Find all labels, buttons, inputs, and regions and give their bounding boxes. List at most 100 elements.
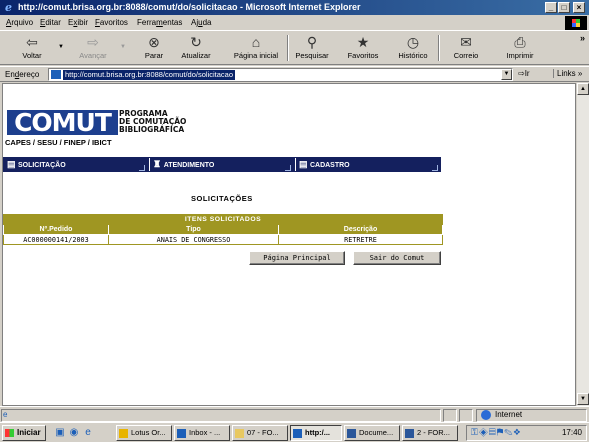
attendant-icon: ♜ (153, 159, 162, 169)
table-row: AC000000141/2003 ANAIS DE CONGRESSO RETR… (3, 234, 443, 245)
address-dropdown-icon[interactable]: ▼ (501, 69, 512, 80)
zone-label: Internet (495, 410, 523, 419)
forward-arrow-icon: ⇨ (87, 34, 99, 50)
scroll-up-icon[interactable]: ▲ (577, 83, 589, 95)
items-table-caption: ITENS SOLICITADOS (3, 214, 443, 225)
vertical-scrollbar[interactable]: ▲ ▼ (576, 83, 589, 406)
address-label: Endereço (5, 70, 40, 79)
nav-corner (432, 165, 438, 171)
stop-icon: ⊗ (148, 34, 160, 50)
table-cell: RETRETRE (278, 234, 443, 245)
favorites-button[interactable]: ★ Favoritos (341, 32, 385, 64)
nav-corner (139, 165, 145, 171)
task-inbox[interactable]: Inbox - ... (174, 425, 230, 441)
ie-icon (293, 429, 302, 438)
tray-icons[interactable]: ⚿◈▤⚑✎❖ (471, 427, 522, 438)
stop-button[interactable]: ⊗ Parar (134, 32, 174, 64)
nav-atendimento[interactable]: ♜ ATENDIMENTO (153, 157, 214, 172)
close-button[interactable]: × (573, 2, 585, 13)
column-header: Descrição (278, 224, 443, 235)
scroll-down-icon[interactable]: ▼ (577, 393, 589, 405)
table-cell: AC000000141/2003 (3, 234, 109, 245)
task-form[interactable]: 2 - FOR... (402, 425, 458, 441)
internet-explorer-icon: e (5, 1, 12, 14)
address-input[interactable]: http://comut.brisa.org.br:8088/comut/do/… (48, 68, 513, 81)
clock[interactable]: 17:40 (562, 428, 582, 437)
lotus-icon (119, 429, 128, 438)
back-button[interactable]: ⇦ Voltar (12, 32, 52, 64)
refresh-button[interactable]: ↻ Atualizar (174, 32, 218, 64)
system-tray: ⚿◈▤⚑✎❖ 17:40 (466, 425, 587, 441)
zone-pane (476, 409, 587, 422)
toolbar-separator (287, 35, 289, 61)
main-page-button[interactable]: Página Principal (249, 251, 345, 265)
task-lotus[interactable]: Lotus Or... (116, 425, 172, 441)
logout-button[interactable]: Sair do Comut (353, 251, 441, 265)
menu-exibir[interactable]: Exibir (68, 18, 88, 27)
taskbar: Iniciar ▣ ◉ e Lotus Or... Inbox - ... 07… (0, 422, 589, 442)
menu-arquivo[interactable]: Arquivo (6, 18, 33, 27)
page-title: SOLICITAÇÕES (191, 194, 253, 203)
maximize-button[interactable]: □ (558, 2, 570, 13)
table-header-row: Nº.Pedido Tipo Descrição (3, 224, 443, 235)
links-button[interactable]: Links » (553, 69, 582, 78)
windows-logo-icon (565, 16, 587, 30)
printer-icon: ⎙ (514, 34, 526, 50)
search-button[interactable]: ⚲ Pesquisar (290, 32, 334, 64)
register-icon: ▤ (299, 159, 308, 169)
go-button[interactable]: ⇨Ir (518, 69, 530, 78)
search-icon: ⚲ (306, 34, 318, 50)
menu-ferramentas[interactable]: Ferramentas (137, 18, 182, 27)
address-url[interactable]: http://comut.brisa.org.br:8088/comut/do/… (63, 70, 236, 80)
web-content: COMUT PROGRAMA DE COMUTAÇÃO BIBLIOGRÁFIC… (2, 83, 576, 406)
back-dropdown-icon[interactable]: ▼ (58, 44, 64, 50)
column-header: Nº.Pedido (3, 224, 109, 235)
go-arrow-icon: ⇨ (518, 69, 525, 78)
column-header: Tipo (108, 224, 279, 235)
history-icon: ◷ (406, 34, 420, 50)
program-name: PROGRAMA DE COMUTAÇÃO BIBLIOGRÁFICA (119, 109, 187, 134)
status-pane (443, 409, 457, 422)
minimize-button[interactable]: _ (545, 2, 557, 13)
status-text-pane (1, 409, 441, 422)
internet-zone-icon (481, 410, 491, 420)
nav-solicitacao[interactable]: ▤ SOLICITAÇÃO (7, 157, 66, 172)
menu-editar[interactable]: Editar (40, 18, 61, 27)
page-icon (51, 70, 61, 79)
history-button[interactable]: ◷ Histórico (391, 32, 435, 64)
nav-corner (285, 165, 291, 171)
form-icon: ▤ (7, 159, 16, 169)
menu-ajuda[interactable]: Ajuda (191, 18, 211, 27)
task-folder[interactable]: 07 - FO... (232, 425, 288, 441)
window-title-bar[interactable]: e http://comut.brisa.org.br:8088/comut/d… (0, 0, 589, 15)
folder-icon (235, 429, 244, 438)
items-table: ITENS SOLICITADOS Nº.Pedido Tipo Descriç… (3, 214, 443, 245)
mail-button[interactable]: ✉ Correio (448, 32, 484, 64)
toolbar-more-chevron[interactable]: » (580, 33, 585, 43)
toolbar: ⇦ Voltar ▼ ⇨ Avançar ▼ ⊗ Parar ↻ Atualiz… (0, 32, 589, 65)
address-bar: Endereço http://comut.brisa.org.br:8088/… (0, 66, 589, 82)
task-browser[interactable]: http:/... (290, 425, 342, 441)
print-button[interactable]: ⎙ Imprimir (500, 32, 540, 64)
sponsors-text: CAPES / SESU / FINEP / IBICT (5, 138, 112, 147)
comut-logo: COMUT (7, 110, 118, 135)
menu-favoritos[interactable]: Favoritos (95, 18, 128, 27)
quicklaunch-desktop-icon[interactable]: ▣ (54, 427, 66, 439)
start-button[interactable]: Iniciar (2, 425, 46, 441)
word-icon (405, 429, 414, 438)
table-cell: ANAIS DE CONGRESSO (108, 234, 279, 245)
menu-bar: Arquivo Editar Exibir Favoritos Ferramen… (0, 15, 589, 31)
toolbar-separator (438, 35, 440, 61)
favorites-icon: ★ (356, 34, 370, 50)
forward-button[interactable]: ⇨ Avançar (70, 32, 116, 64)
quicklaunch-outlook-icon[interactable]: ◉ (68, 427, 80, 439)
task-document[interactable]: Docume... (344, 425, 400, 441)
home-button[interactable]: ⌂ Página inicial (228, 32, 284, 64)
refresh-icon: ↻ (190, 34, 202, 50)
nav-cadastro[interactable]: ▤ CADASTRO (299, 157, 350, 172)
back-arrow-icon: ⇦ (26, 34, 38, 50)
inbox-icon (177, 429, 186, 438)
forward-dropdown-icon[interactable]: ▼ (120, 44, 126, 50)
quicklaunch-ie-icon[interactable]: e (82, 427, 94, 439)
home-icon: ⌂ (251, 34, 261, 50)
